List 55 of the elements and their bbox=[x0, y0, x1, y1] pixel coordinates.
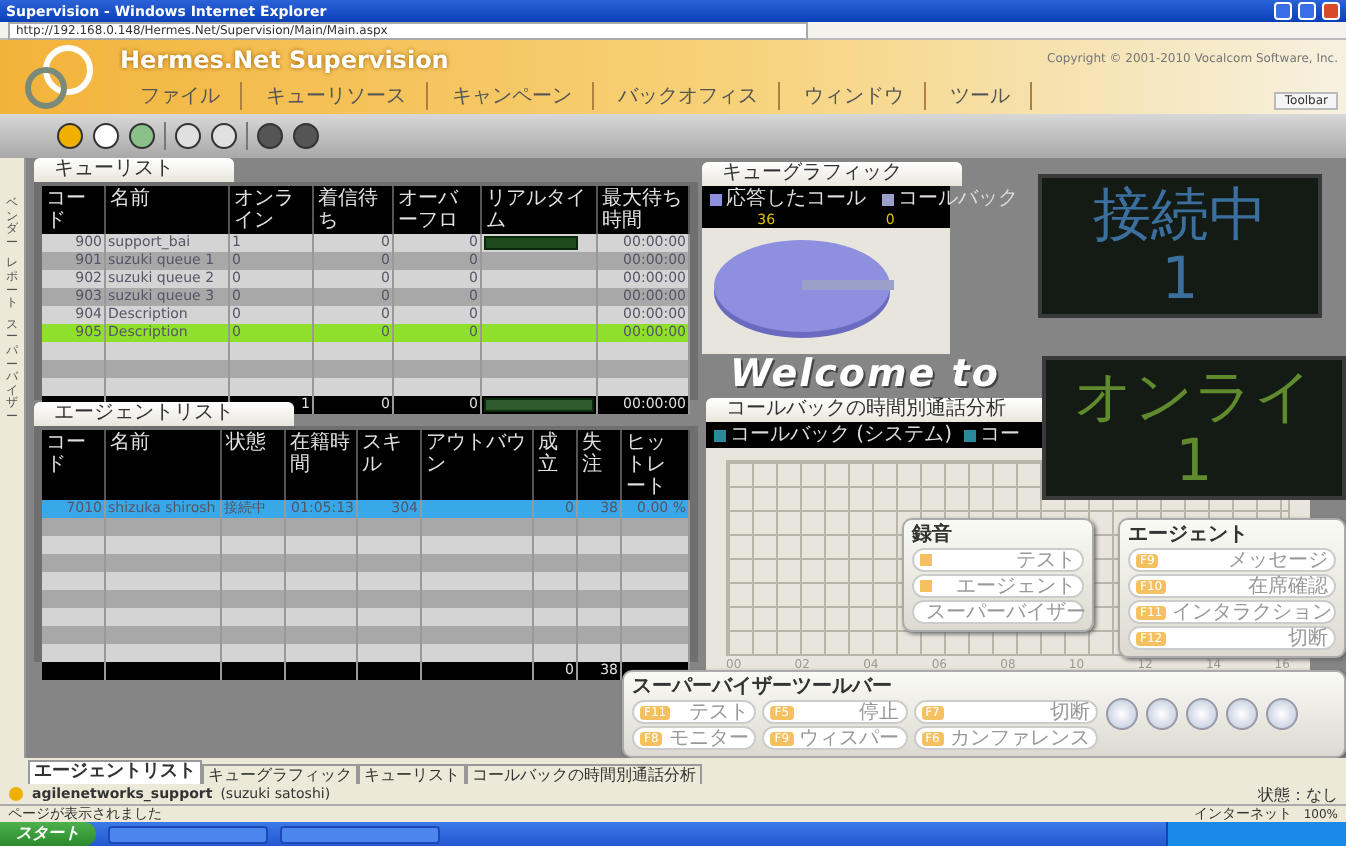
table-cell bbox=[422, 500, 534, 518]
legend-item: コー bbox=[963, 424, 1020, 446]
menu-item[interactable]: ツール bbox=[930, 82, 1032, 110]
record-button[interactable]: エージェント bbox=[912, 574, 1084, 598]
column-header: リアルタイム bbox=[482, 186, 598, 234]
menu-item[interactable]: ファイル bbox=[120, 82, 242, 110]
column-header: オンライン bbox=[230, 186, 314, 234]
legend-item: コールバック (システム) bbox=[714, 424, 952, 446]
column-header: 成立 bbox=[534, 430, 578, 500]
realtime-bar bbox=[482, 306, 598, 324]
counter-label: オンライ bbox=[1074, 364, 1314, 428]
close-button[interactable] bbox=[1322, 2, 1340, 20]
column-header: コード bbox=[42, 430, 106, 500]
maximize-button[interactable] bbox=[1298, 2, 1316, 20]
column-header: 最大待ち時間 bbox=[598, 186, 690, 234]
column-header: ヒットレート bbox=[622, 430, 690, 500]
welcome-text: Welcome to bbox=[730, 352, 1000, 396]
realtime-bar bbox=[482, 288, 598, 306]
counter-label: 接続中 bbox=[1093, 182, 1267, 246]
column-header: 着信待ち bbox=[314, 186, 394, 234]
panel-title: キューグラフィック bbox=[702, 162, 962, 186]
menu-item[interactable]: キャンペーン bbox=[432, 82, 594, 110]
realtime-bar bbox=[482, 324, 598, 342]
counter-value: 1 bbox=[1161, 246, 1199, 310]
agent-state: 状態：なし bbox=[1258, 783, 1338, 805]
bottom-tab[interactable]: キューグラフィック bbox=[202, 764, 358, 784]
menu-item[interactable]: ウィンドウ bbox=[784, 82, 926, 110]
column-header: 失注 bbox=[578, 430, 622, 500]
panel-title: エージェントリスト bbox=[34, 402, 294, 426]
column-header: スキル bbox=[358, 430, 422, 500]
menu-item[interactable]: バックオフィス bbox=[598, 82, 780, 110]
panel-title: エージェント bbox=[1128, 524, 1250, 546]
bottom-tab[interactable]: コールバックの時間別通話分析 bbox=[466, 764, 702, 784]
panel-title: キューリスト bbox=[34, 158, 234, 182]
column-header: オーバーフロ bbox=[394, 186, 482, 234]
app-brand: Hermes.Net Supervision bbox=[120, 46, 451, 74]
column-header: 名前 bbox=[106, 186, 230, 234]
minimize-button[interactable] bbox=[1274, 2, 1292, 20]
bottom-tab[interactable]: キューリスト bbox=[358, 764, 466, 784]
column-header: アウトバウン bbox=[422, 430, 534, 500]
column-header: 在籍時間 bbox=[286, 430, 358, 500]
column-header: 状態 bbox=[222, 430, 286, 500]
record-button[interactable]: テスト bbox=[912, 548, 1084, 572]
menu-item[interactable]: キューリソース bbox=[246, 82, 428, 110]
panel-title: スーパーバイザーツールバー bbox=[632, 676, 894, 698]
record-button[interactable]: スーパーバイザー bbox=[912, 600, 1084, 624]
counter-value: 1 bbox=[1175, 428, 1213, 492]
panel-title: 録音 bbox=[912, 524, 954, 546]
legend-item: 応答したコール bbox=[710, 188, 866, 210]
start-button[interactable]: スタート bbox=[0, 822, 96, 846]
column-header: 名前 bbox=[106, 430, 222, 500]
realtime-bar bbox=[482, 270, 598, 288]
user-icon bbox=[8, 786, 24, 802]
column-header: コード bbox=[42, 186, 106, 234]
bottom-tab[interactable]: エージェントリスト bbox=[28, 760, 202, 784]
